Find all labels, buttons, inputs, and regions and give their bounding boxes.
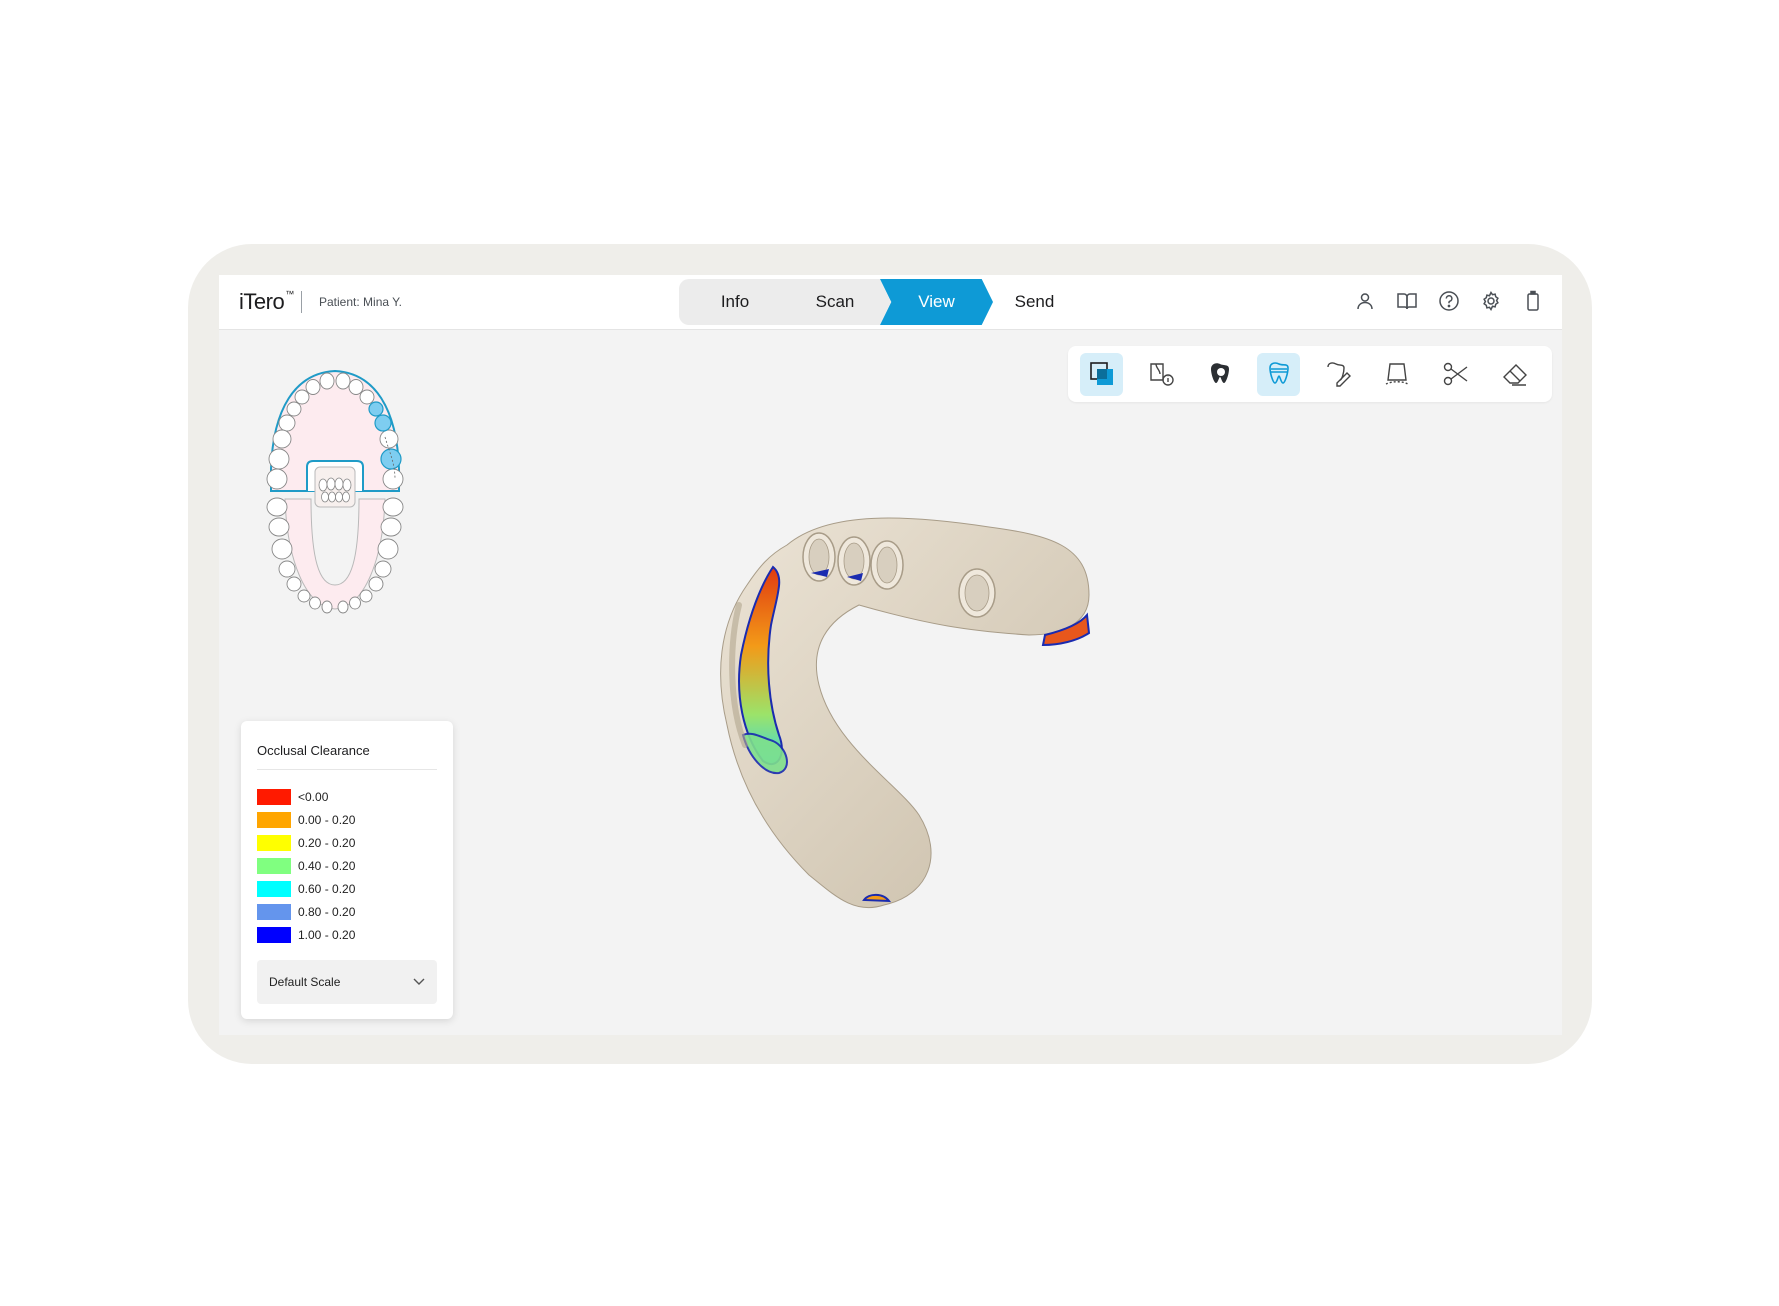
occlusal-clearance-legend: Occlusal Clearance <0.00 0.00 - 0.20 0.2…	[241, 721, 453, 1019]
occlusal-clearance-icon[interactable]	[1257, 352, 1300, 396]
legend-swatch	[257, 927, 291, 943]
legend-swatch	[257, 904, 291, 920]
legend-swatch	[257, 789, 291, 805]
legend-swatch	[257, 881, 291, 897]
top-bar: iTero™ Patient: Mina Y. Info Scan View S…	[219, 275, 1562, 330]
scissors-icon[interactable]	[1434, 353, 1477, 396]
legend-item: 0.60 - 0.20	[257, 879, 355, 899]
step-scan[interactable]: Scan	[779, 279, 891, 325]
scale-select-value: Default Scale	[269, 975, 341, 989]
view-toolbar	[1068, 346, 1552, 402]
logo-divider	[301, 291, 302, 313]
step-send[interactable]: Send	[982, 279, 1087, 325]
legend-divider	[257, 769, 437, 770]
legend-item: 0.40 - 0.20	[257, 856, 355, 876]
legend-title: Occlusal Clearance	[257, 743, 370, 758]
book-icon[interactable]	[1394, 288, 1420, 314]
eraser-icon[interactable]	[1493, 353, 1536, 396]
itero-logo: iTero™	[239, 289, 294, 314]
legend-list: <0.00 0.00 - 0.20 0.20 - 0.20 0.40 - 0.2…	[257, 787, 355, 948]
3d-model-viewport[interactable]	[669, 485, 1139, 965]
app-screen: iTero™ Patient: Mina Y. Info Scan View S…	[219, 275, 1562, 1035]
legend-swatch	[257, 812, 291, 828]
legend-swatch	[257, 835, 291, 851]
scale-select[interactable]: Default Scale	[257, 960, 437, 1004]
legend-item: 1.00 - 0.20	[257, 925, 355, 945]
tooth-edit-icon[interactable]	[1316, 353, 1359, 396]
settings-icon[interactable]	[1478, 288, 1504, 314]
legend-item: <0.00	[257, 787, 355, 807]
tooth-search-icon[interactable]	[1198, 353, 1241, 396]
legend-swatch	[257, 858, 291, 874]
header-icons	[1352, 288, 1546, 314]
step-view[interactable]: View	[880, 279, 993, 325]
workflow-steps: Info Scan View Send	[679, 279, 1099, 325]
step-info[interactable]: Info	[679, 279, 791, 325]
legend-item: 0.00 - 0.20	[257, 810, 355, 830]
battery-icon	[1520, 288, 1546, 314]
help-icon[interactable]	[1436, 288, 1462, 314]
tooth-chart[interactable]	[255, 359, 415, 629]
user-icon[interactable]	[1352, 288, 1378, 314]
review-info-icon[interactable]	[1139, 353, 1182, 396]
layers-icon[interactable]	[1080, 352, 1123, 396]
legend-item: 0.20 - 0.20	[257, 833, 355, 853]
legend-item: 0.80 - 0.20	[257, 902, 355, 922]
patient-name: Patient: Mina Y.	[319, 295, 402, 309]
chevron-down-icon	[413, 975, 425, 989]
margin-line-icon[interactable]	[1375, 353, 1418, 396]
